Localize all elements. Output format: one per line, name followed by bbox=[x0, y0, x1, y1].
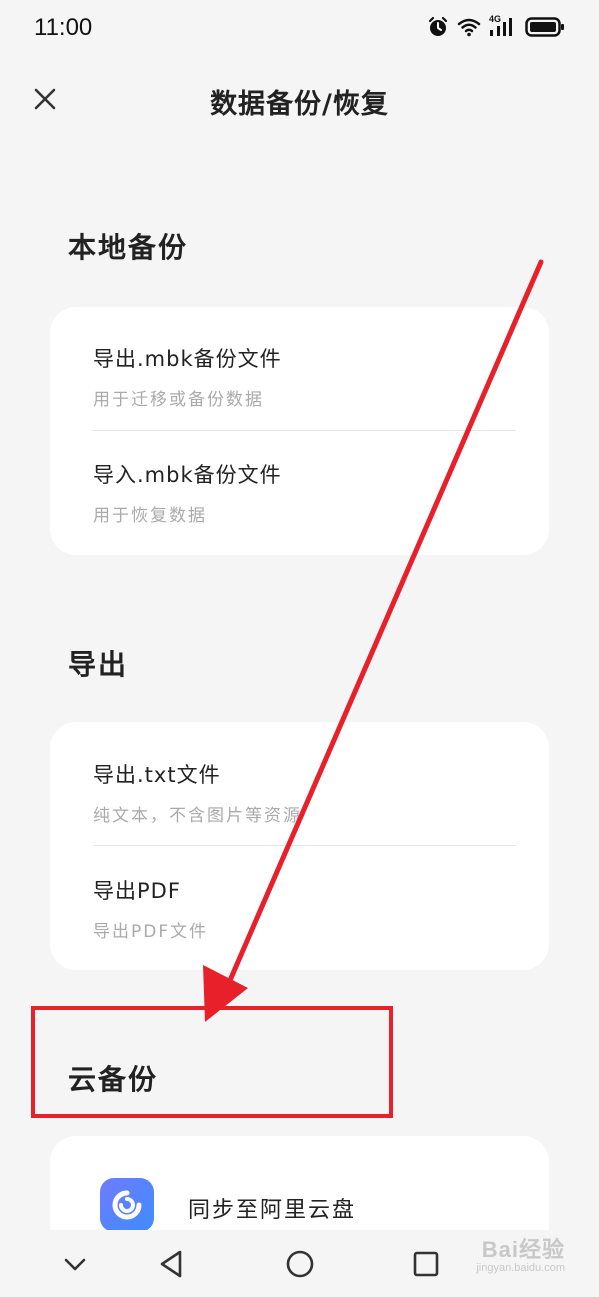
export-pdf-item[interactable]: 导出PDF 导出PDF文件 bbox=[93, 875, 516, 942]
recents-button[interactable] bbox=[408, 1246, 444, 1282]
watermark-domain: jingyan.baidu.com bbox=[476, 1262, 565, 1274]
section-title-export: 导出 bbox=[68, 648, 129, 681]
back-triangle-icon bbox=[160, 1250, 182, 1278]
import-mbk-item[interactable]: 导入.mbk备份文件 用于恢复数据 bbox=[93, 459, 516, 526]
aliyun-drive-icon bbox=[100, 1178, 154, 1232]
export-card: 导出.txt文件 纯文本，不含图片等资源 导出PDF 导出PDF文件 bbox=[50, 722, 549, 970]
status-time: 11:00 bbox=[34, 14, 93, 41]
export-txt-item[interactable]: 导出.txt文件 纯文本，不含图片等资源 bbox=[93, 759, 516, 826]
annotation-highlight-box bbox=[31, 1006, 393, 1118]
home-circle-icon bbox=[286, 1250, 314, 1278]
alarm-icon bbox=[427, 16, 449, 38]
section-title-local-backup: 本地备份 bbox=[68, 231, 189, 264]
battery-icon bbox=[525, 16, 565, 38]
page-title: 数据备份/恢复 bbox=[210, 89, 389, 120]
header: 数据备份/恢复 bbox=[0, 70, 599, 130]
export-mbk-subtitle: 用于迁移或备份数据 bbox=[93, 390, 264, 410]
export-txt-subtitle: 纯文本，不含图片等资源 bbox=[93, 806, 302, 826]
home-button[interactable] bbox=[282, 1246, 318, 1282]
hide-nav-button[interactable] bbox=[57, 1246, 93, 1282]
back-button[interactable] bbox=[153, 1246, 189, 1282]
import-mbk-subtitle: 用于恢复数据 bbox=[93, 506, 207, 526]
export-mbk-item[interactable]: 导出.mbk备份文件 用于迁移或备份数据 bbox=[93, 343, 516, 410]
chevron-down-icon bbox=[64, 1258, 86, 1271]
sync-aliyun-item[interactable]: 同步至阿里云盘 bbox=[188, 1192, 356, 1224]
divider bbox=[93, 430, 516, 431]
export-pdf-title: 导出PDF bbox=[93, 879, 181, 903]
export-pdf-subtitle: 导出PDF文件 bbox=[93, 922, 209, 942]
watermark: Bai经验 jingyan.baidu.com bbox=[476, 1232, 565, 1274]
import-mbk-title: 导入.mbk备份文件 bbox=[93, 463, 282, 487]
export-mbk-title: 导出.mbk备份文件 bbox=[93, 347, 282, 371]
status-bar: 11:00 4G bbox=[0, 0, 599, 58]
backup-restore-screen: 11:00 4G 数据备份/恢复 本地备份 导出.mbk备份文件 用于迁移或备份… bbox=[0, 0, 599, 1297]
divider bbox=[93, 845, 516, 846]
signal-icon: 4G bbox=[489, 14, 517, 38]
recent-square-icon bbox=[413, 1251, 439, 1277]
status-icons: 4G bbox=[427, 14, 565, 38]
export-txt-title: 导出.txt文件 bbox=[93, 763, 221, 787]
wifi-icon bbox=[457, 17, 481, 37]
watermark-logo: Bai经验 bbox=[481, 1237, 565, 1262]
local-backup-card: 导出.mbk备份文件 用于迁移或备份数据 导入.mbk备份文件 用于恢复数据 bbox=[50, 307, 549, 555]
